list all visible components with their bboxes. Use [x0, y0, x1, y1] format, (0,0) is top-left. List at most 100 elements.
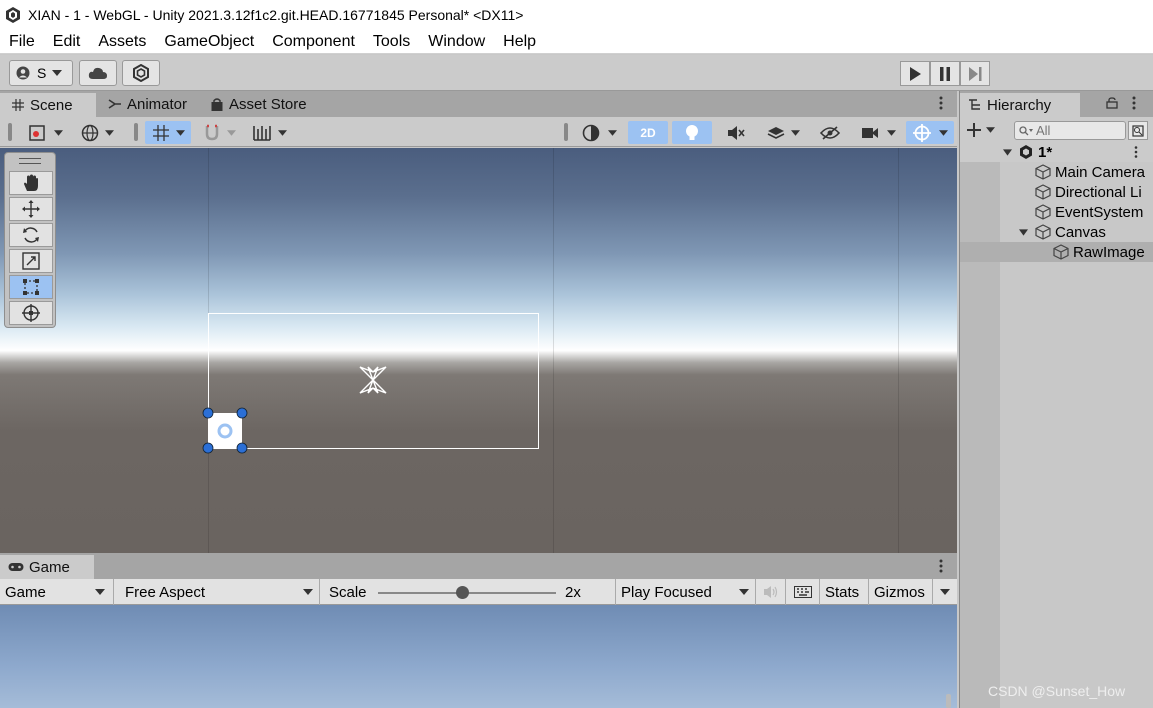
hand-tool-button[interactable]: [9, 171, 53, 195]
light-bulb-icon: [686, 124, 698, 140]
menu-file[interactable]: File: [0, 33, 44, 51]
hierarchy-item-main-camera[interactable]: Main Camera: [960, 162, 1153, 182]
menu-component[interactable]: Component: [263, 33, 364, 51]
menu-assets[interactable]: Assets: [89, 33, 155, 51]
chevron-down-icon: [940, 589, 950, 595]
scene-more-menu[interactable]: [939, 96, 943, 115]
scale-tool-button[interactable]: [9, 249, 53, 273]
camera-dropdown[interactable]: [854, 121, 902, 144]
scene-name: 1*: [1038, 143, 1053, 161]
game-more-menu[interactable]: [939, 559, 943, 578]
search-input[interactable]: [1036, 123, 1116, 138]
resize-handle[interactable]: [236, 407, 248, 419]
resize-handle[interactable]: [202, 407, 214, 419]
hierarchy-item-label: Canvas: [1055, 223, 1106, 241]
tab-hierarchy[interactable]: Hierarchy: [960, 91, 1080, 117]
menu-bar: File Edit Assets GameObject Component To…: [0, 30, 1153, 54]
draw-mode-icon: [28, 124, 45, 141]
unity-logo-icon: [6, 7, 20, 23]
chevron-down-icon: [986, 127, 995, 133]
pause-button[interactable]: [930, 61, 960, 86]
display-label: Game: [5, 583, 46, 601]
scale-icon: [22, 252, 40, 270]
play-mode-dropdown[interactable]: Play Focused: [616, 579, 756, 605]
snap-increment-dropdown[interactable]: [198, 121, 240, 144]
hierarchy-search[interactable]: [1014, 121, 1126, 140]
hierarchy-item-directional-light[interactable]: Directional Li: [960, 182, 1153, 202]
global-view-dropdown[interactable]: [76, 121, 118, 144]
hierarchy-item-canvas[interactable]: Canvas: [960, 222, 1153, 242]
transform-tool-button[interactable]: [9, 301, 53, 325]
display-dropdown[interactable]: Game: [0, 579, 114, 605]
tab-animator[interactable]: Animator: [96, 91, 199, 117]
unity-scene-icon: [1020, 145, 1032, 159]
account-dropdown[interactable]: S: [9, 60, 73, 86]
aspect-dropdown[interactable]: Free Aspect: [120, 579, 320, 605]
gameobject-cube-icon: [1035, 224, 1051, 240]
lock-icon[interactable]: [1106, 97, 1118, 109]
hierarchy-tab-bar: Hierarchy: [960, 91, 1153, 117]
gizmos-button[interactable]: Gizmos: [869, 579, 933, 605]
raw-image-rect[interactable]: [208, 413, 242, 448]
tab-asset-store[interactable]: Asset Store: [199, 91, 319, 117]
more-vertical-icon[interactable]: [1132, 96, 1136, 110]
create-dropdown[interactable]: [966, 120, 1000, 140]
menu-help[interactable]: Help: [494, 33, 545, 51]
gizmos-dropdown-arrow[interactable]: [933, 579, 957, 605]
rect-tool-button[interactable]: [9, 275, 53, 299]
palette-grip-icon[interactable]: [19, 158, 41, 164]
expand-down-icon[interactable]: [1019, 228, 1028, 236]
resize-handle[interactable]: [236, 442, 248, 454]
gizmo-icon: [912, 123, 931, 142]
tab-game[interactable]: Game: [0, 553, 94, 579]
move-icon: [22, 200, 40, 218]
cloud-button[interactable]: [79, 60, 117, 86]
menu-gameobject[interactable]: GameObject: [155, 33, 263, 51]
scene-viewport[interactable]: [0, 148, 957, 553]
audio-toggle[interactable]: [718, 121, 754, 144]
chevron-down-icon: [104, 129, 114, 136]
scale-slider-thumb[interactable]: [455, 586, 469, 599]
stats-button[interactable]: Stats: [820, 579, 869, 605]
grid-snap-icon: [152, 124, 169, 141]
gameobject-cube-icon: [1035, 164, 1051, 180]
lighting-toggle[interactable]: [672, 121, 712, 144]
menu-edit[interactable]: Edit: [44, 33, 90, 51]
mute-audio-button[interactable]: [756, 579, 786, 605]
ruler-icon: [252, 125, 271, 141]
draw-mode-dropdown[interactable]: [22, 121, 68, 144]
menu-window[interactable]: Window: [419, 33, 494, 51]
hierarchy-item-rawimage[interactable]: RawImage: [960, 242, 1153, 262]
tab-scene[interactable]: Scene: [0, 91, 96, 117]
gizmos-dropdown[interactable]: [906, 121, 954, 144]
watermark: CSDN @Sunset_How: [988, 683, 1126, 699]
scene-row[interactable]: 1*: [960, 142, 1153, 162]
increment-snap-dropdown[interactable]: [246, 121, 292, 144]
resize-handle[interactable]: [202, 442, 214, 454]
step-button[interactable]: [960, 61, 990, 86]
scrollbar-thumb[interactable]: [946, 694, 951, 708]
move-tool-button[interactable]: [9, 197, 53, 221]
toolbar-grip-icon: [564, 123, 568, 141]
grid-snap-toggle[interactable]: [145, 121, 191, 144]
hierarchy-item-eventsystem[interactable]: EventSystem: [960, 202, 1153, 222]
shading-mode-dropdown[interactable]: [576, 121, 622, 144]
hierarchy-tab-label: Hierarchy: [987, 96, 1052, 114]
more-vertical-icon[interactable]: [1134, 146, 1138, 158]
play-button[interactable]: [900, 61, 930, 86]
keyboard-shortcuts-button[interactable]: [786, 579, 820, 605]
account-icon: [16, 66, 30, 80]
toggle-2d-button[interactable]: 2D: [628, 121, 668, 144]
animator-icon: [108, 99, 121, 109]
menu-tools[interactable]: Tools: [364, 33, 419, 51]
search-icon: [1019, 125, 1033, 135]
scale-value: 2x: [565, 583, 581, 601]
shopping-bag-icon: [211, 97, 223, 111]
scene-visibility-toggle[interactable]: [812, 121, 848, 144]
effects-dropdown[interactable]: [760, 121, 806, 144]
expand-down-icon[interactable]: [1003, 148, 1012, 156]
collab-button[interactable]: [122, 60, 160, 86]
game-viewport[interactable]: [0, 605, 957, 708]
rotate-tool-button[interactable]: [9, 223, 53, 247]
search-options-button[interactable]: [1128, 121, 1148, 140]
